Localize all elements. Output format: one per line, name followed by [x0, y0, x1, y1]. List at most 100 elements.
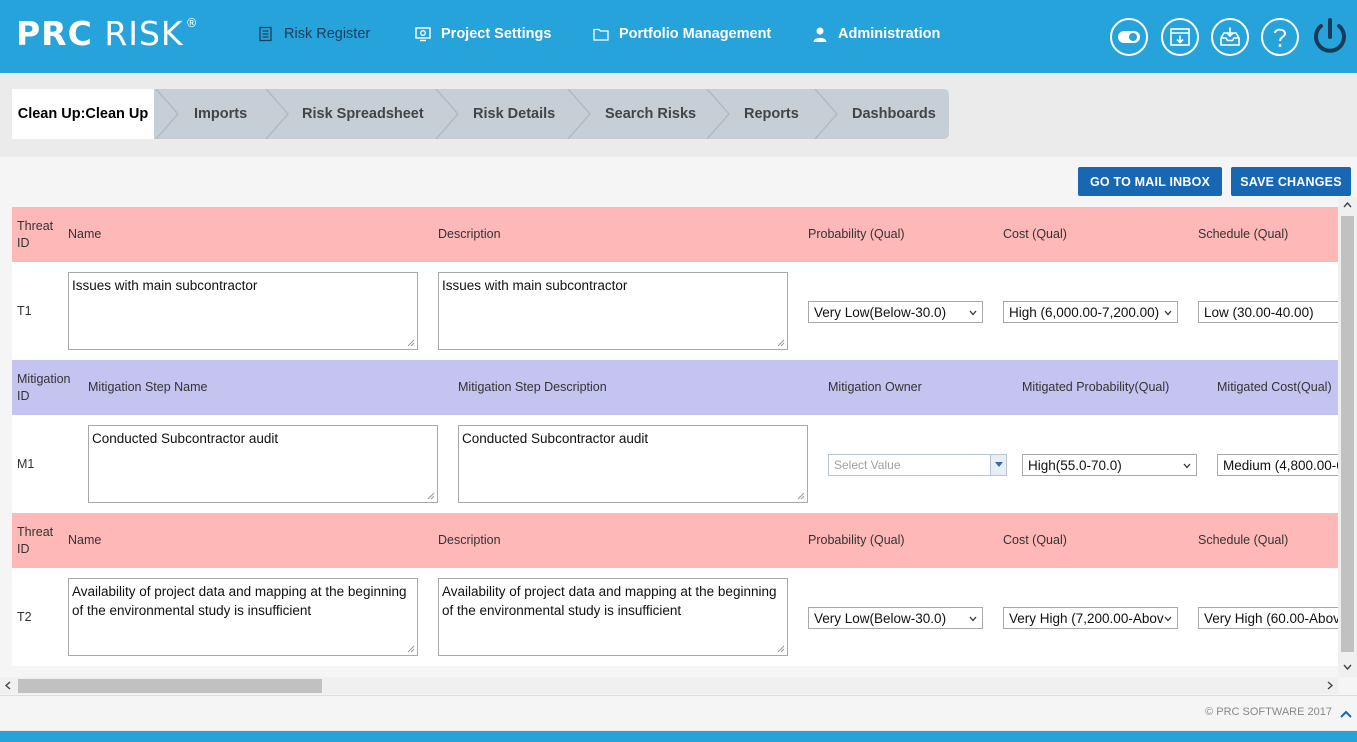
mitigation-step-description-input[interactable]: Conducted Subcontractor audit — [458, 425, 808, 503]
scroll-right-icon[interactable] — [1326, 681, 1334, 690]
settings-monitor-icon — [415, 27, 431, 42]
tab-current[interactable]: Clean Up:Clean Up — [12, 89, 154, 139]
threat-row: T1 Issues with main subcontractor Issues… — [12, 262, 1338, 360]
chevron-down-icon — [1183, 463, 1191, 469]
chevron-down-icon — [1164, 310, 1172, 316]
col-threat-id: Threat ID — [17, 218, 54, 250]
copyright: © PRC SOFTWARE 2017 — [1205, 706, 1332, 718]
dropdown-toggle[interactable] — [990, 455, 1006, 475]
app-logo: PRC RISK ® — [16, 14, 199, 53]
resize-grip-icon[interactable] — [777, 645, 785, 653]
folder-icon — [593, 28, 609, 41]
tab-dashboards[interactable]: Dashboards — [852, 89, 936, 139]
threat-id: T2 — [17, 609, 32, 624]
toggle-icon — [1118, 31, 1140, 43]
mitigated-cost-value: Medium (4,800.00-6 — [1223, 457, 1338, 473]
nav-label: Risk Register — [284, 26, 371, 42]
nav-project-settings[interactable]: Project Settings — [415, 26, 551, 42]
probability-select[interactable]: Very Low(Below-30.0) — [808, 301, 983, 323]
probability-select[interactable]: Very Low(Below-30.0) — [808, 607, 983, 629]
threat-description-input[interactable]: Issues with main subcontractor — [438, 272, 788, 350]
threat-description-text: Availability of project data and mapping… — [442, 584, 777, 618]
tab-reports[interactable]: Reports — [744, 89, 799, 139]
go-to-mail-inbox-button[interactable]: GO TO MAIL INBOX — [1078, 167, 1222, 196]
col-description: Description — [438, 227, 501, 241]
resize-grip-icon[interactable] — [777, 339, 785, 347]
mitigation-header-row: Mitigation ID Mitigation Step Name Mitig… — [12, 360, 1338, 415]
inbox-download-button[interactable] — [1211, 18, 1249, 56]
cost-value: High (6,000.00-7,200.00) — [1009, 304, 1160, 320]
user-icon — [813, 27, 827, 42]
footer — [0, 695, 1357, 730]
mitigated-cost-select[interactable]: Medium (4,800.00-6 — [1217, 454, 1338, 476]
tab-search-risks[interactable]: Search Risks — [605, 89, 696, 139]
resize-grip-icon[interactable] — [427, 492, 435, 500]
tab-risk-spreadsheet[interactable]: Risk Spreadsheet — [302, 89, 424, 139]
col-probability: Probability (Qual) — [808, 227, 905, 241]
col-owner: Mitigation Owner — [828, 380, 922, 394]
threat-description-input[interactable]: Availability of project data and mapping… — [438, 578, 788, 656]
nav-administration[interactable]: Administration — [812, 26, 940, 42]
help-button[interactable] — [1261, 18, 1299, 56]
cost-select[interactable]: Very High (7,200.00-Abov — [1003, 607, 1178, 629]
probability-value: Very Low(Below-30.0) — [814, 610, 947, 626]
mitigation-step-name-input[interactable]: Conducted Subcontractor audit — [88, 425, 438, 503]
schedule-value: Very High (60.00-Above — [1204, 610, 1338, 626]
calendar-download-button[interactable] — [1161, 18, 1199, 56]
scroll-up-icon[interactable] — [1343, 201, 1352, 209]
tab-separator — [435, 89, 459, 139]
resize-grip-icon[interactable] — [407, 339, 415, 347]
col-schedule: Schedule (Qual) — [1198, 227, 1289, 241]
schedule-select[interactable]: Very High (60.00-Above — [1198, 607, 1338, 629]
mitigation-owner-select[interactable]: Select Value — [828, 454, 1007, 476]
col-mitigated-probability: Mitigated Probability(Qual) — [1022, 380, 1170, 394]
logo-mark: ® — [185, 16, 199, 30]
resize-grip-icon[interactable] — [407, 645, 415, 653]
threat-name-input[interactable]: Issues with main subcontractor — [68, 272, 418, 350]
nav-label: Project Settings — [441, 26, 552, 42]
back-to-top-icon[interactable] — [1340, 710, 1352, 718]
chevron-down-icon — [969, 616, 977, 622]
nav-label: Administration — [838, 26, 941, 42]
tab-separator — [265, 89, 289, 139]
vertical-scroll-thumb[interactable] — [1341, 216, 1354, 652]
schedule-value: Low (30.00-40.00) — [1204, 304, 1314, 320]
scroll-left-icon[interactable] — [4, 681, 12, 690]
cost-value: Very High (7,200.00-Abov — [1009, 610, 1164, 626]
cost-select[interactable]: High (6,000.00-7,200.00) — [1003, 301, 1178, 323]
col-step-description: Mitigation Step Description — [458, 380, 607, 394]
col-probability: Probability (Qual) — [808, 533, 905, 547]
owner-placeholder: Select Value — [834, 458, 901, 472]
risk-grid: Threat ID Name Description Probability (… — [12, 207, 1338, 666]
scroll-down-icon[interactable] — [1343, 663, 1352, 671]
nav-label: Portfolio Management — [619, 26, 772, 42]
calendar-download-icon — [1170, 28, 1190, 46]
col-mitigation-id: Mitigation ID — [17, 371, 71, 403]
logo-bold: PRC — [16, 14, 93, 53]
threat-row: T2 Availability of project data and mapp… — [12, 568, 1338, 666]
threat-name-input[interactable]: Availability of project data and mapping… — [68, 578, 418, 656]
save-changes-button[interactable]: SAVE CHANGES — [1231, 167, 1351, 196]
col-cost: Cost (Qual) — [1003, 533, 1067, 547]
toggle-button[interactable] — [1110, 18, 1148, 56]
logo-light: RISK — [104, 14, 184, 53]
bottom-bar — [0, 731, 1357, 742]
resize-grip-icon[interactable] — [797, 492, 805, 500]
tab-separator — [706, 89, 730, 139]
schedule-select[interactable]: Low (30.00-40.00) — [1198, 301, 1338, 323]
inbox-download-icon — [1220, 27, 1240, 46]
nav-portfolio-management[interactable]: Portfolio Management — [593, 26, 771, 42]
mitigation-row: M1 Conducted Subcontractor audit Conduct… — [12, 415, 1338, 513]
col-schedule: Schedule (Qual) — [1198, 533, 1289, 547]
nav-risk-register[interactable]: Risk Register — [258, 26, 370, 42]
col-threat-id: Threat ID — [17, 524, 54, 556]
tab-imports[interactable]: Imports — [194, 89, 247, 139]
power-icon[interactable] — [1311, 17, 1349, 57]
tab-risk-details[interactable]: Risk Details — [473, 89, 555, 139]
col-description: Description — [438, 533, 501, 547]
mitigated-probability-select[interactable]: High(55.0-70.0) — [1022, 454, 1197, 476]
threat-header-row: Threat ID Name Description Probability (… — [12, 207, 1338, 262]
tab-separator — [814, 89, 838, 139]
horizontal-scroll-thumb[interactable] — [18, 679, 322, 693]
threat-id: T1 — [17, 303, 32, 318]
